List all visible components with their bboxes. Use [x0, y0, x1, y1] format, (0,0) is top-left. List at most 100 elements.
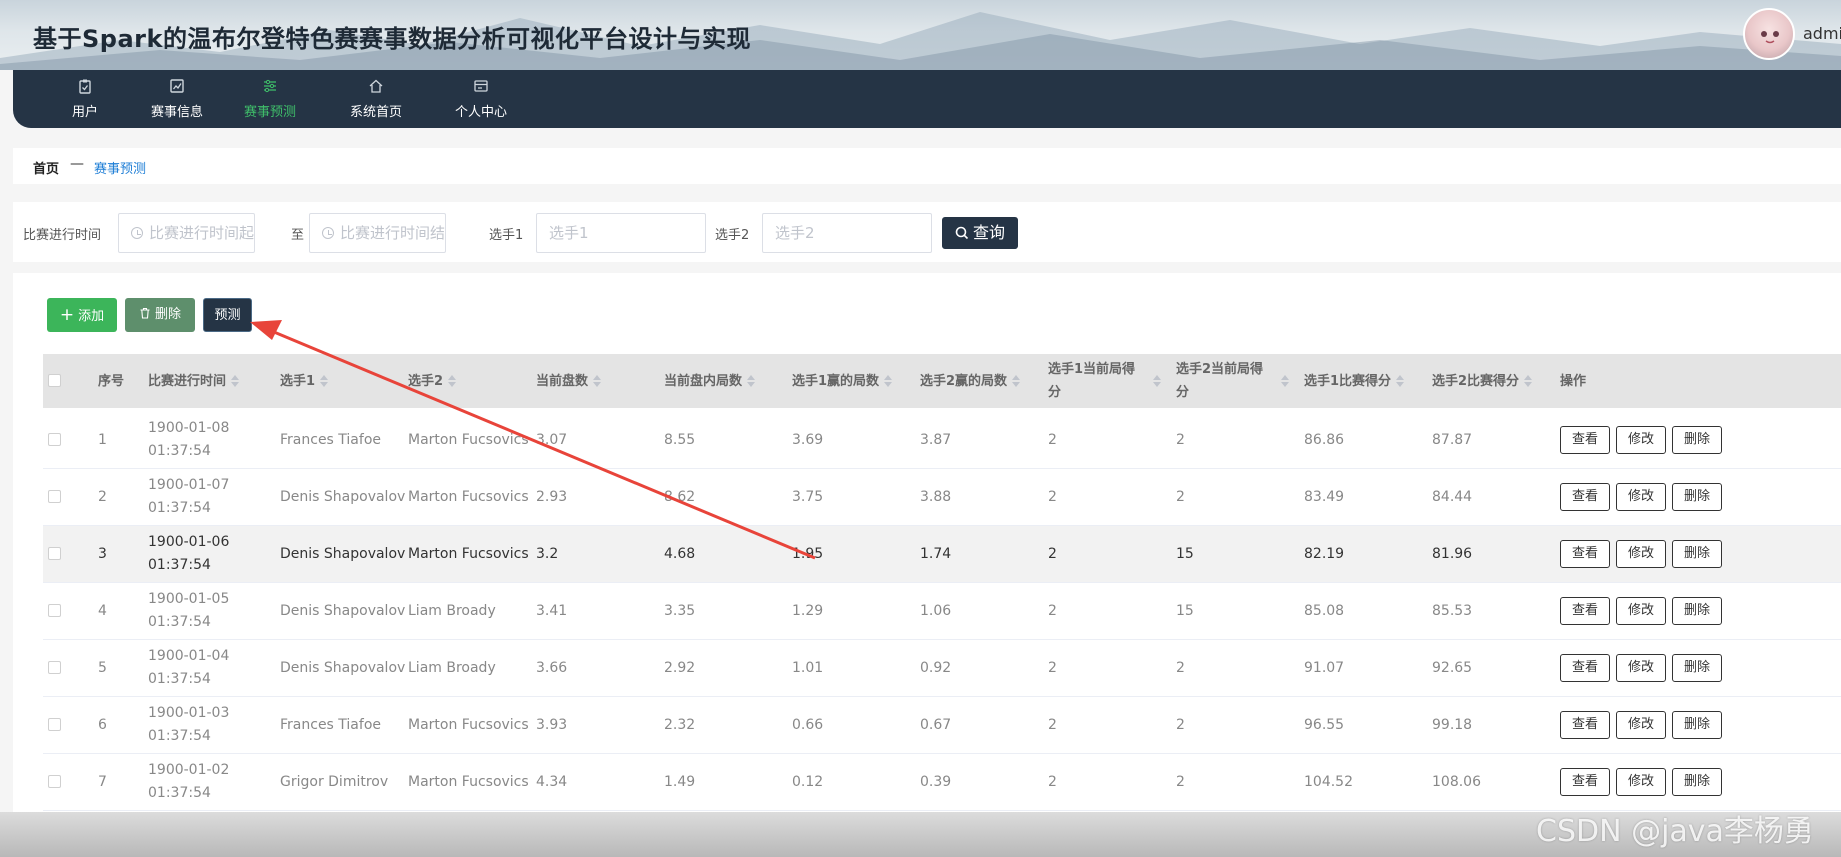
- edit-button[interactable]: 修改: [1616, 540, 1666, 568]
- sort-icon[interactable]: [448, 375, 457, 387]
- row-delete-button[interactable]: 删除: [1672, 654, 1722, 682]
- row-delete-button[interactable]: 删除: [1672, 483, 1722, 511]
- column-header-current-set[interactable]: 当前盘数: [536, 354, 602, 408]
- sort-icon[interactable]: [1524, 375, 1533, 387]
- add-button-label: 添加: [78, 309, 105, 324]
- sort-icon[interactable]: [1281, 375, 1289, 387]
- nav-item-personal-center[interactable]: 个人中心: [426, 76, 536, 124]
- edit-button[interactable]: 修改: [1616, 426, 1666, 454]
- column-header-label: 序号: [98, 373, 125, 389]
- cell-p1-score: 82.19: [1304, 545, 1345, 562]
- cell-player2: Liam Broady: [408, 659, 496, 676]
- nav-label: 个人中心: [454, 105, 507, 120]
- sort-icon[interactable]: [320, 375, 329, 387]
- username[interactable]: admin: [1803, 24, 1841, 43]
- view-button[interactable]: 查看: [1560, 768, 1610, 796]
- cell-player1: Denis Shapovalov: [280, 488, 406, 505]
- cell-time: 1900-01-03 01:37:54: [148, 705, 230, 744]
- delete-button[interactable]: 删除: [125, 298, 195, 332]
- column-header-p2-score[interactable]: 选手2比赛得分: [1432, 354, 1533, 408]
- nav-item-system-home[interactable]: 系统首页: [321, 76, 431, 124]
- sort-icon[interactable]: [884, 375, 893, 387]
- column-header-p1-games[interactable]: 选手1赢的局数: [792, 354, 893, 408]
- player2-input[interactable]: 选手2: [762, 213, 932, 253]
- row-checkbox[interactable]: [48, 718, 61, 731]
- column-header-label: 选手2赢的局数: [920, 373, 1008, 389]
- row-delete-button[interactable]: 删除: [1672, 597, 1722, 625]
- column-header-p1-points[interactable]: 选手1当前局得分: [1048, 354, 1161, 408]
- view-button[interactable]: 查看: [1560, 426, 1610, 454]
- column-header-label: 选手1: [280, 373, 316, 389]
- table-row[interactable]: 6 1900-01-03 01:37:54 Frances Tiafoe Marton…: [43, 697, 1841, 754]
- cell-p1-score: 83.49: [1304, 488, 1345, 505]
- table-row[interactable]: 2 1900-01-07 01:37:54 Denis Shapovalov Mart…: [43, 469, 1841, 526]
- edit-button[interactable]: 修改: [1616, 711, 1666, 739]
- sort-icon[interactable]: [1396, 375, 1405, 387]
- row-checkbox[interactable]: [48, 433, 61, 446]
- cell-games-in-set: 2.92: [664, 659, 696, 676]
- column-header-time[interactable]: 比赛进行时间: [148, 354, 240, 408]
- sort-icon[interactable]: [1012, 375, 1021, 387]
- breadcrumb-home[interactable]: 首页: [33, 158, 59, 177]
- table-row[interactable]: 1 1900-01-08 01:37:54 Frances Tiafoe Marton…: [43, 412, 1841, 469]
- player1-input[interactable]: 选手1: [536, 213, 706, 253]
- search-button[interactable]: 查询: [942, 217, 1018, 249]
- column-header-p2-points[interactable]: 选手2当前局得分: [1176, 354, 1289, 408]
- cell-games-in-set: 2.32: [664, 716, 696, 733]
- nav-item-match-prediction[interactable]: 赛事预测: [215, 76, 325, 124]
- row-delete-button[interactable]: 删除: [1672, 768, 1722, 796]
- column-header-p1-score[interactable]: 选手1比赛得分: [1304, 354, 1405, 408]
- row-delete-button[interactable]: 删除: [1672, 540, 1722, 568]
- select-all-checkbox[interactable]: [48, 374, 61, 387]
- row-checkbox[interactable]: [48, 604, 61, 617]
- cell-p1-points: 2: [1048, 659, 1057, 676]
- edit-button[interactable]: 修改: [1616, 654, 1666, 682]
- column-header-p2-games[interactable]: 选手2赢的局数: [920, 354, 1021, 408]
- search-button-label: 查询: [972, 223, 1005, 242]
- sort-icon[interactable]: [231, 375, 240, 387]
- table-row[interactable]: 5 1900-01-04 01:37:54 Denis Shapovalov Liam…: [43, 640, 1841, 697]
- table-row[interactable]: 3 1900-01-06 01:37:54 Denis Shapovalov Mart…: [43, 526, 1841, 583]
- edit-button[interactable]: 修改: [1616, 597, 1666, 625]
- row-checkbox[interactable]: [48, 775, 61, 788]
- sort-icon[interactable]: [1153, 375, 1161, 387]
- row-delete-button[interactable]: 删除: [1672, 426, 1722, 454]
- cell-games-in-set: 3.35: [664, 602, 696, 619]
- column-header-games-in-set[interactable]: 当前盘内局数: [664, 354, 756, 408]
- row-checkbox[interactable]: [48, 661, 61, 674]
- time-start-input[interactable]: 比赛进行时间起始: [118, 213, 255, 253]
- view-button[interactable]: 查看: [1560, 654, 1610, 682]
- table-row[interactable]: 7 1900-01-02 01:37:54 Grigor Dimitrov Marto…: [43, 754, 1841, 811]
- row-checkbox[interactable]: [48, 547, 61, 560]
- cell-p2-points: 15: [1176, 602, 1194, 619]
- row-delete-button[interactable]: 删除: [1672, 711, 1722, 739]
- breadcrumb-current[interactable]: 赛事预测: [94, 158, 146, 177]
- time-end-input[interactable]: 比赛进行时间结束: [309, 213, 446, 253]
- cell-p2-games: 0.67: [920, 716, 952, 733]
- cell-p1-games: 0.66: [792, 716, 824, 733]
- add-button[interactable]: + 添加: [47, 298, 117, 332]
- edit-button[interactable]: 修改: [1616, 768, 1666, 796]
- cell-current-set: 3.41: [536, 602, 568, 619]
- view-button[interactable]: 查看: [1560, 540, 1610, 568]
- view-button[interactable]: 查看: [1560, 483, 1610, 511]
- cell-p1-points: 2: [1048, 545, 1057, 562]
- row-checkbox[interactable]: [48, 490, 61, 503]
- view-button[interactable]: 查看: [1560, 597, 1610, 625]
- sort-icon[interactable]: [593, 375, 602, 387]
- sort-icon[interactable]: [747, 375, 756, 387]
- column-header-player1[interactable]: 选手1: [280, 354, 329, 408]
- table-row[interactable]: 4 1900-01-05 01:37:54 Denis Shapovalov Liam…: [43, 583, 1841, 640]
- cell-p2-points: 2: [1176, 431, 1185, 448]
- cell-current-set: 4.34: [536, 773, 568, 790]
- edit-button[interactable]: 修改: [1616, 483, 1666, 511]
- user-avatar[interactable]: [1743, 8, 1795, 60]
- breadcrumb-separator: —: [70, 156, 84, 172]
- cell-current-set: 3.93: [536, 716, 568, 733]
- column-header-player2[interactable]: 选手2: [408, 354, 457, 408]
- predict-button[interactable]: 预测: [203, 298, 252, 332]
- view-button[interactable]: 查看: [1560, 711, 1610, 739]
- cell-p1-score: 96.55: [1304, 716, 1345, 733]
- match-time-label: 比赛进行时间: [23, 228, 102, 243]
- cell-player2: Marton Fucsovics: [408, 431, 529, 448]
